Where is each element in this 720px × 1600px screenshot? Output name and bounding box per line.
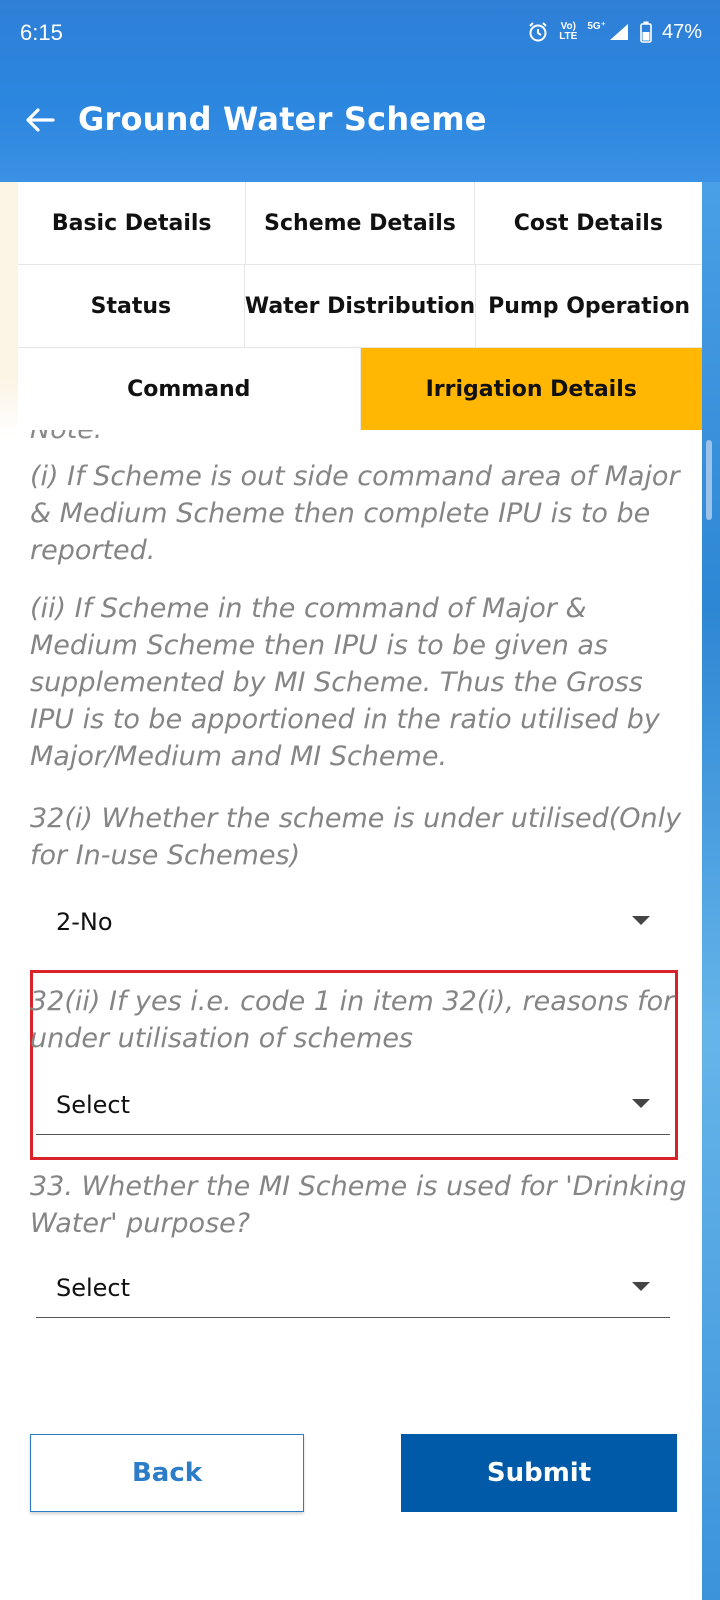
right-background-strip bbox=[702, 182, 720, 1600]
chevron-down-icon bbox=[632, 916, 650, 925]
submit-button[interactable]: Submit bbox=[401, 1434, 677, 1512]
tab-cost-details[interactable]: Cost Details bbox=[474, 182, 702, 265]
note-i-text: (i) If Scheme is out side command area o… bbox=[30, 461, 680, 566]
scrollbar[interactable] bbox=[706, 440, 712, 520]
tab-irrigation-details[interactable]: Irrigation Details bbox=[360, 348, 702, 431]
q32i-select[interactable]: 2-No bbox=[36, 892, 670, 952]
tab-row-2: Status Water Distribution Pump Operation bbox=[18, 265, 703, 348]
chevron-down-icon bbox=[632, 1099, 650, 1108]
alarm-icon bbox=[527, 21, 549, 43]
signal-icon: 5G⁺ bbox=[587, 22, 630, 42]
status-icons: Vo) LTE 5G⁺ 47% bbox=[527, 18, 702, 46]
tab-water-distribution[interactable]: Water Distribution bbox=[244, 265, 477, 348]
status-time: 6:15 bbox=[20, 20, 63, 45]
screen: 6:15 Vo) LTE 5G⁺ 47% Ground Water Scheme… bbox=[0, 0, 720, 1600]
q32i-label: 32(i) Whether the scheme is under utilis… bbox=[30, 803, 682, 871]
volte-icon: Vo) LTE bbox=[559, 22, 577, 42]
q32ii-selected-value: Select bbox=[56, 1090, 131, 1119]
note-ii-text: (ii) If Scheme in the command of Major &… bbox=[30, 593, 660, 772]
tab-status[interactable]: Status bbox=[18, 265, 245, 348]
left-background-strip bbox=[0, 182, 18, 1600]
tab-command[interactable]: Command bbox=[18, 348, 361, 431]
q32ii-select[interactable]: Select bbox=[36, 1075, 670, 1135]
battery-icon bbox=[640, 21, 652, 43]
app-bar: Ground Water Scheme bbox=[0, 64, 720, 182]
battery-percent: 47% bbox=[661, 20, 702, 43]
q32ii-label: 32(ii) If yes i.e. code 1 in item 32(i),… bbox=[30, 986, 675, 1054]
tab-basic-details[interactable]: Basic Details bbox=[18, 182, 247, 265]
q32i-selected-value: 2-No bbox=[56, 908, 113, 936]
arrow-left-icon[interactable] bbox=[22, 102, 58, 138]
q33-selected-value: Select bbox=[56, 1273, 131, 1302]
q33-select[interactable]: Select bbox=[36, 1258, 670, 1318]
tab-row-3: Command Irrigation Details bbox=[18, 348, 702, 431]
signal-label: 5G⁺ bbox=[587, 21, 606, 32]
back-button[interactable]: Back bbox=[30, 1434, 304, 1512]
tab-scheme-details[interactable]: Scheme Details bbox=[246, 182, 475, 265]
tab-row-1: Basic Details Scheme Details Cost Detail… bbox=[18, 182, 702, 265]
form-content[interactable]: Note: (i) If Scheme is out side command … bbox=[18, 430, 702, 1600]
page-title: Ground Water Scheme bbox=[78, 100, 487, 138]
q33-label: 33. Whether the MI Scheme is used for 'D… bbox=[30, 1171, 687, 1239]
chevron-down-icon bbox=[632, 1282, 650, 1291]
tab-pump-operation[interactable]: Pump Operation bbox=[476, 265, 703, 348]
header-background: 6:15 Vo) LTE 5G⁺ 47% Ground Water Scheme bbox=[0, 0, 720, 182]
volte-bottom-label: LTE bbox=[559, 31, 578, 42]
section-tabs: Basic Details Scheme Details Cost Detail… bbox=[18, 182, 703, 431]
status-bar: 6:15 Vo) LTE 5G⁺ 47% bbox=[0, 0, 720, 64]
note-heading: Note: bbox=[30, 430, 103, 445]
